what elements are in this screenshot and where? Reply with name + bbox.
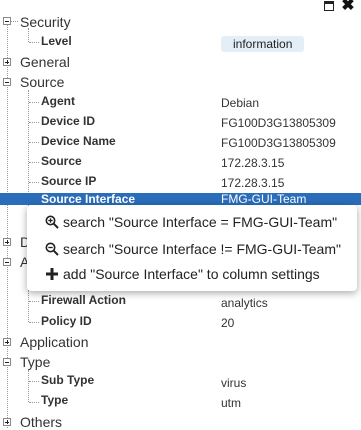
log-details-panel: ✖ Security Level information General Sou… (0, 0, 361, 430)
close-icon[interactable]: ✖ (341, 0, 355, 14)
expand-toggle-icon[interactable] (3, 238, 11, 246)
tree-guide-line (28, 90, 29, 210)
field-value-agent[interactable]: Debian (221, 96, 259, 110)
collapse-toggle-icon[interactable] (3, 78, 11, 86)
maximize-icon[interactable] (323, 0, 337, 14)
tree-branch (29, 301, 39, 302)
tree-branch (29, 142, 39, 143)
tree-guide-line (28, 370, 29, 402)
field-label-device-id: Device ID (41, 114, 96, 128)
tree-branch (29, 402, 39, 403)
field-label-agent: Agent (41, 94, 75, 108)
category-source[interactable]: Source (20, 74, 64, 90)
tree-guide-line (28, 28, 29, 42)
collapse-toggle-icon[interactable] (3, 358, 11, 366)
expand-toggle-icon[interactable] (3, 58, 11, 66)
field-label-source-ip: Source IP (41, 174, 97, 188)
field-value-sub-type[interactable]: virus (221, 376, 246, 390)
tree-branch (29, 322, 39, 323)
field-value-firewall-action[interactable]: analytics (221, 296, 268, 310)
zoom-out-icon (45, 242, 59, 256)
field-label-type: Type (41, 393, 69, 407)
field-label-device-name: Device Name (41, 134, 116, 148)
field-value-source-interface[interactable]: FMG-GUI-Team (221, 193, 306, 205)
tree-branch (29, 42, 39, 43)
field-label-source: Source (41, 154, 82, 168)
category-application[interactable]: Application (20, 334, 89, 350)
tree-branch (29, 381, 39, 382)
tree-guide-line (28, 290, 29, 322)
collapse-toggle-icon[interactable] (3, 17, 11, 25)
field-label-firewall-action: Firewall Action (41, 293, 126, 307)
category-general[interactable]: General (20, 54, 70, 70)
zoom-in-icon (45, 215, 59, 229)
field-value-type[interactable]: utm (221, 396, 241, 410)
field-label-source-interface: Source Interface (41, 193, 136, 205)
field-label-policy-id: Policy ID (41, 314, 92, 328)
collapse-toggle-icon[interactable] (3, 258, 11, 266)
menu-item-label: add "Source Interface" to column setting… (63, 266, 320, 282)
plus-icon (46, 268, 58, 280)
menu-item-label: search "Source Interface != FMG-GUI-Team… (63, 241, 341, 257)
field-value-policy-id[interactable]: 20 (221, 316, 234, 330)
category-security[interactable]: Security (20, 14, 71, 30)
menu-item-label: search "Source Interface = FMG-GUI-Team" (63, 214, 338, 230)
selected-row-source-interface[interactable]: Source Interface FMG-GUI-Team (0, 193, 361, 205)
expand-toggle-icon[interactable] (3, 338, 11, 346)
field-value-device-id[interactable]: FG100D3G13805309 (221, 116, 336, 130)
level-badge: information (221, 36, 305, 52)
field-label-sub-type: Sub Type (41, 373, 95, 387)
field-value-source-ip[interactable]: 172.28.3.15 (221, 176, 284, 190)
field-label-level: Level (41, 34, 72, 48)
field-value-source[interactable]: 172.28.3.15 (221, 156, 284, 170)
tree-branch (29, 162, 39, 163)
context-menu: search "Source Interface = FMG-GUI-Team"… (27, 205, 357, 291)
category-type[interactable]: Type (20, 354, 50, 370)
tree-branch (29, 122, 39, 123)
expand-toggle-icon[interactable] (3, 418, 11, 426)
tree-branch (29, 182, 39, 183)
field-value-device-name[interactable]: FG100D3G13805309 (221, 136, 336, 150)
tree-branch (29, 102, 39, 103)
